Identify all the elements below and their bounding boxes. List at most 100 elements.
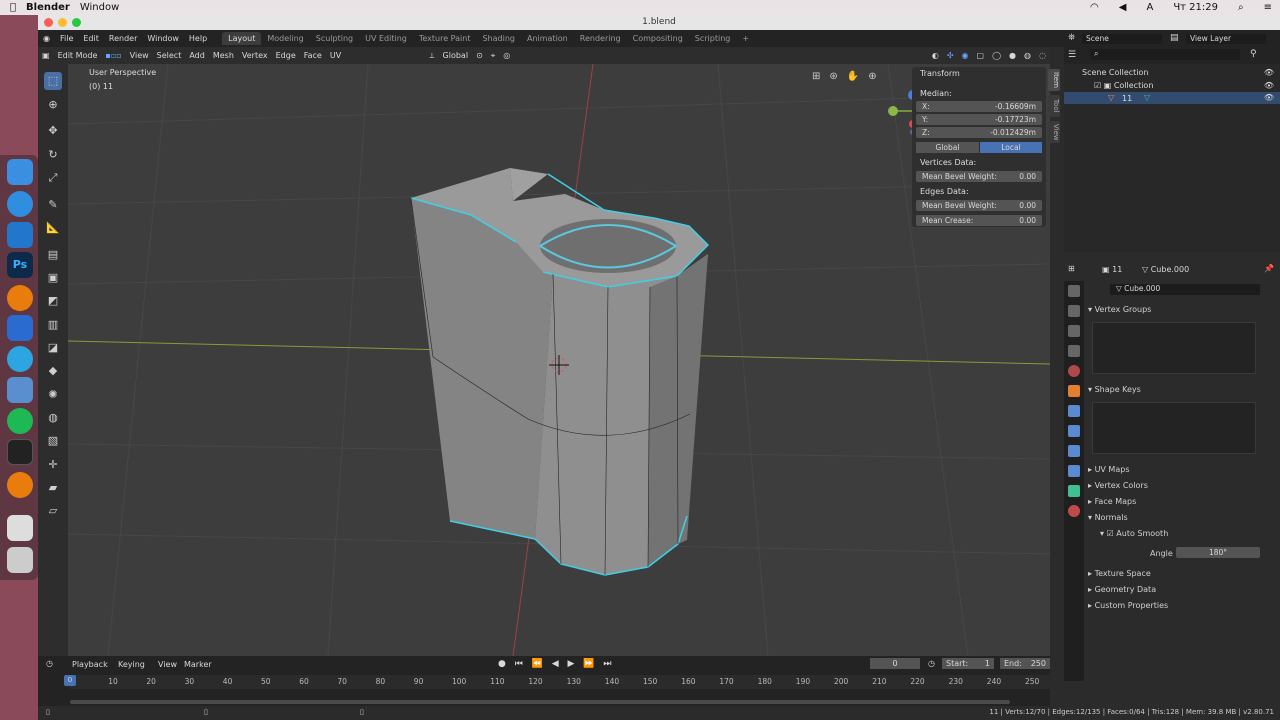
render-props-icon[interactable]: [1068, 305, 1080, 317]
timeline-view[interactable]: View: [158, 660, 177, 669]
frame-ruler[interactable]: 10 20 30 40 50 60 70 80 90 100 110 120 130 140 150 160 1…: [70, 675, 1050, 689]
shading-material-icon[interactable]: ◍: [1024, 51, 1031, 60]
minimize-button[interactable]: [58, 18, 67, 27]
tab-item[interactable]: Item: [1048, 69, 1060, 91]
tab-sculpting[interactable]: Sculpting: [310, 32, 359, 45]
pivot-icon[interactable]: ⊙: [476, 51, 483, 60]
measure-tool-icon[interactable]: 📐: [44, 219, 62, 237]
section-normals[interactable]: ▾ Normals: [1088, 513, 1128, 522]
header-uv[interactable]: UV: [330, 51, 341, 60]
tab-view[interactable]: View: [1048, 121, 1060, 143]
tab-rendering[interactable]: Rendering: [574, 32, 627, 45]
shrink-tool-icon[interactable]: ✛: [44, 456, 62, 474]
header-add[interactable]: Add: [189, 51, 205, 60]
app-name[interactable]: Blender: [26, 2, 70, 13]
menu-help[interactable]: Help: [189, 34, 207, 43]
tab-shading[interactable]: Shading: [476, 32, 521, 45]
vertex-bevel-weight-field[interactable]: Mean Bevel Weight: 0.00: [916, 171, 1042, 182]
header-edge[interactable]: Edge: [276, 51, 296, 60]
current-frame-field[interactable]: 0: [870, 658, 920, 669]
rotate-tool-icon[interactable]: ↻: [44, 146, 62, 164]
shading-solid-icon[interactable]: ●: [1009, 51, 1016, 60]
apple-icon[interactable]: : [10, 2, 16, 13]
camera-toggle-icon[interactable]: ⊞: [812, 71, 820, 82]
xray-icon[interactable]: ▢: [977, 51, 985, 60]
scene-props-icon[interactable]: [1068, 365, 1080, 377]
move-tool-icon[interactable]: ✥: [44, 122, 62, 140]
select-box-tool-icon[interactable]: ⬚: [44, 72, 62, 90]
timeline-marker[interactable]: Marker: [184, 660, 212, 669]
timeline-scrollbar[interactable]: [70, 700, 1010, 704]
cursor-tool-icon[interactable]: ⊕: [44, 96, 62, 114]
median-z-field[interactable]: Z: -0.012429m: [916, 127, 1042, 138]
close-button[interactable]: [44, 18, 53, 27]
header-select[interactable]: Select: [157, 51, 182, 60]
section-texture-space[interactable]: ▸ Texture Space: [1088, 569, 1151, 578]
blender-icon-2[interactable]: [7, 472, 33, 498]
activity-monitor-icon[interactable]: [7, 439, 33, 465]
vertex-groups-list[interactable]: [1092, 322, 1256, 374]
list-icon[interactable]: ≡: [1264, 2, 1272, 13]
add-workspace-icon[interactable]: +: [736, 32, 755, 45]
trash-icon[interactable]: [7, 547, 33, 573]
header-view[interactable]: View: [130, 51, 149, 60]
tab-layout[interactable]: Layout: [222, 32, 262, 45]
shading-wire-icon[interactable]: ◯: [992, 51, 1001, 60]
spotify-icon[interactable]: [7, 408, 33, 434]
inset-tool-icon[interactable]: ▣: [44, 269, 62, 287]
rip-tool-icon[interactable]: ▱: [44, 502, 62, 520]
timeline-keying[interactable]: Keying: [118, 660, 145, 669]
object-props-icon[interactable]: [1068, 385, 1080, 397]
header-face[interactable]: Face: [304, 51, 322, 60]
select-mode-icons[interactable]: ▪▫▫: [105, 51, 121, 60]
3d-viewport[interactable]: User Perspective (0) 11 ⊞ ⊛ ✋ ⊕: [68, 64, 1050, 656]
tab-texture-paint[interactable]: Texture Paint: [413, 32, 477, 45]
physics-props-icon[interactable]: [1068, 445, 1080, 457]
bevel-tool-icon[interactable]: ◩: [44, 292, 62, 310]
preview-icon[interactable]: [7, 377, 33, 403]
end-frame-field[interactable]: End: 250: [1000, 658, 1050, 669]
particles-props-icon[interactable]: [1068, 425, 1080, 437]
visibility-icon[interactable]: ◐: [932, 51, 939, 60]
mode-select[interactable]: Edit Mode: [58, 51, 98, 60]
outliner-display-icon[interactable]: ☰: [1068, 50, 1076, 60]
global-toggle[interactable]: Global: [916, 142, 979, 153]
scale-tool-icon[interactable]: ⤢: [44, 169, 62, 187]
view-layer-props-icon[interactable]: [1068, 345, 1080, 357]
camera-view-icon[interactable]: ⊛: [829, 71, 837, 82]
header-mesh[interactable]: Mesh: [213, 51, 234, 60]
photoshop-icon[interactable]: Ps: [7, 252, 33, 278]
outliner-search[interactable]: ⌕: [1090, 49, 1240, 60]
object-eye-icon[interactable]: 👁: [1264, 93, 1274, 102]
tab-animation[interactable]: Animation: [521, 32, 574, 45]
blender-icon[interactable]: [7, 285, 33, 311]
pin-icon[interactable]: 📌: [1264, 264, 1274, 273]
median-y-field[interactable]: Y: -0.17723m: [916, 114, 1042, 125]
filter-icon[interactable]: ⚲: [1250, 49, 1257, 59]
angle-field[interactable]: 180°: [1176, 547, 1260, 558]
shape-keys-list[interactable]: [1092, 402, 1256, 454]
view-layer-select[interactable]: View Layer: [1186, 34, 1266, 44]
overlay-icon[interactable]: ◉: [962, 51, 969, 60]
tab-tool[interactable]: Tool: [1048, 95, 1060, 117]
scene-collection[interactable]: Scene Collection: [1082, 68, 1149, 77]
gizmo-icon[interactable]: ✣: [947, 51, 954, 60]
section-face-maps[interactable]: ▸ Face Maps: [1088, 497, 1136, 506]
menu-edit[interactable]: Edit: [83, 34, 99, 43]
annotate-tool-icon[interactable]: ✎: [44, 196, 62, 214]
playback-controls[interactable]: ● ⏮ ⏪ ◀ ▶ ⏩ ⏭: [498, 659, 614, 669]
blender-logo-icon[interactable]: ◉: [43, 34, 50, 43]
editor-type-icon[interactable]: ▣: [42, 51, 50, 60]
timeline-playback[interactable]: Playback: [72, 660, 108, 669]
tool-props-icon[interactable]: [1068, 285, 1080, 297]
vscode-icon[interactable]: [7, 315, 33, 341]
mesh-datablock-field[interactable]: ▽ Cube.000: [1110, 284, 1260, 295]
volume-icon[interactable]: ◀: [1119, 2, 1127, 13]
start-frame-field[interactable]: Start: 1: [942, 658, 994, 669]
timeline-editor-icon[interactable]: ◷: [46, 659, 53, 668]
menu-render[interactable]: Render: [109, 34, 137, 43]
poly-build-tool-icon[interactable]: ◆: [44, 362, 62, 380]
props-editor-icon[interactable]: ⊞: [1068, 264, 1075, 273]
tab-scripting[interactable]: Scripting: [689, 32, 737, 45]
search-icon[interactable]: ⌕: [1238, 2, 1244, 13]
